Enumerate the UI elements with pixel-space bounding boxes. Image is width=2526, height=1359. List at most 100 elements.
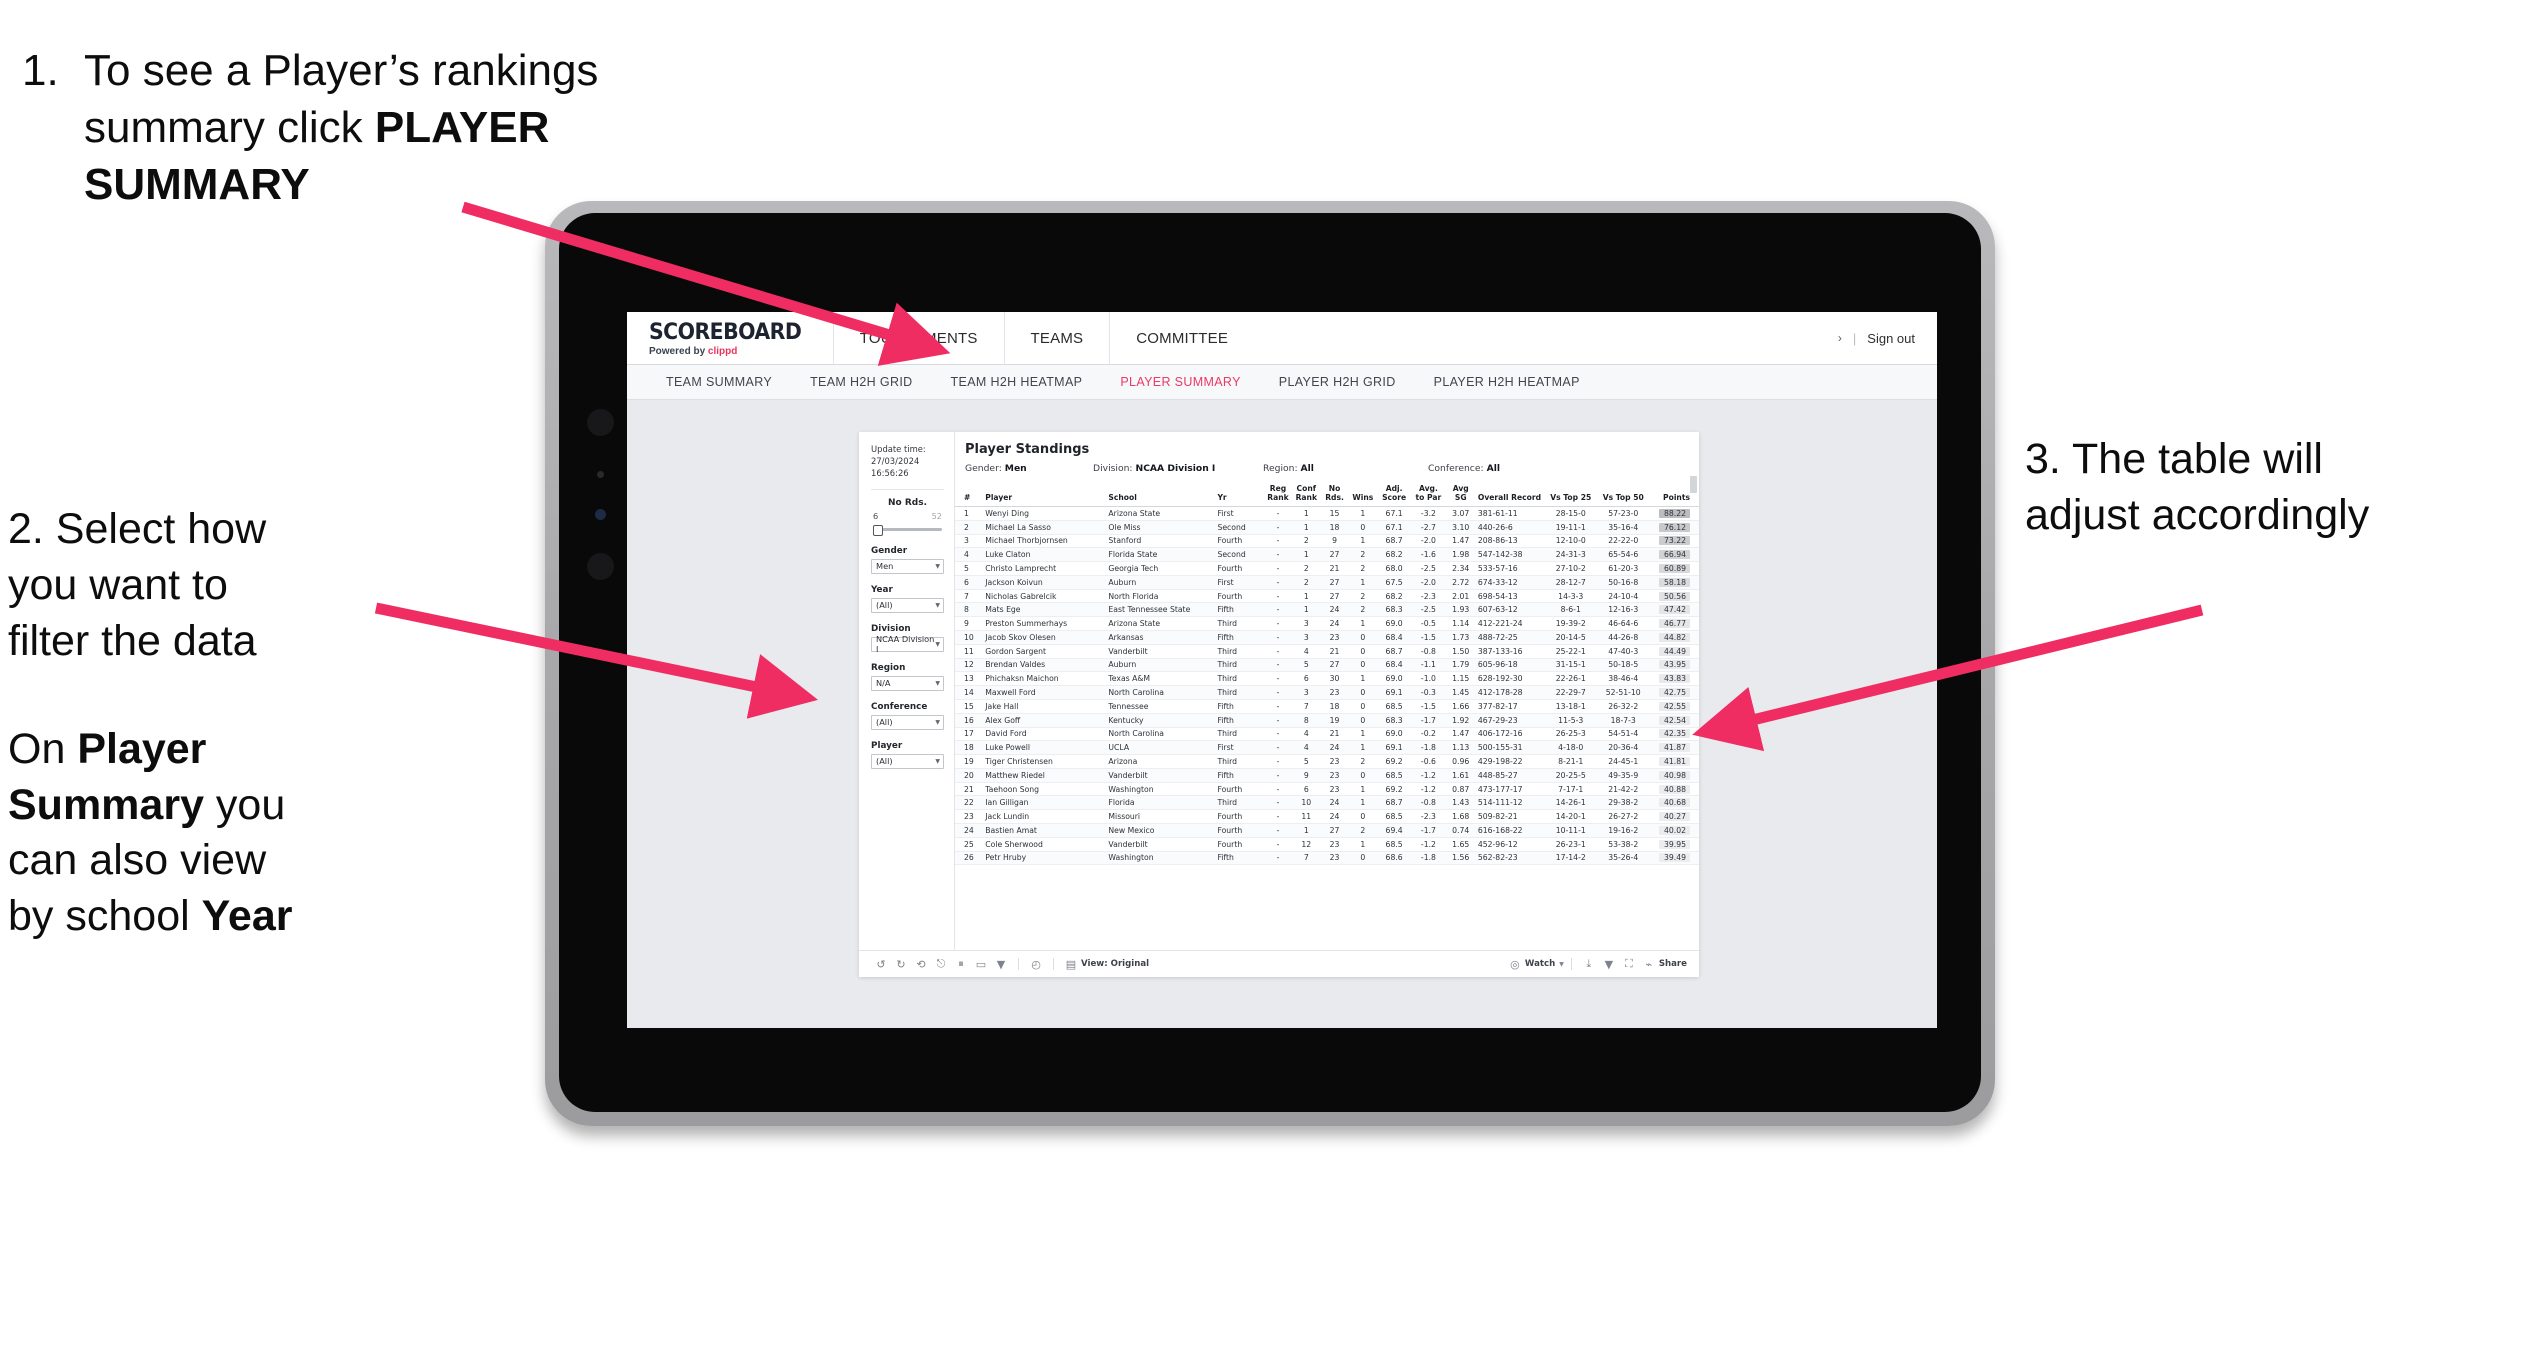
view-original-button[interactable]: View: Original xyxy=(1081,959,1149,969)
update-time-label: Update time: xyxy=(871,444,926,454)
tab-team-h2h-heatmap[interactable]: TEAM H2H HEATMAP xyxy=(932,375,1102,389)
watch-button[interactable]: Watch ▼ xyxy=(1525,959,1564,969)
table-row[interactable]: 4 Luke Claton Florida State Second -1 27 2 68.2… xyxy=(955,547,1699,563)
col-vs-top-25[interactable]: Vs Top 25 xyxy=(1544,483,1597,507)
tab-team-h2h-grid[interactable]: TEAM H2H GRID xyxy=(791,375,931,389)
col-overall-rec[interactable]: Overall Record xyxy=(1475,483,1545,507)
annotation-2-line1: 2. Select how xyxy=(8,505,267,553)
tab-player-h2h-grid[interactable]: PLAYER H2H GRID xyxy=(1260,375,1415,389)
table-row[interactable]: 6 Jackson Koivun Auburn First -2 27 1 67.5 -2.0 2… xyxy=(955,575,1699,590)
share-icon[interactable]: ⌁ xyxy=(1639,958,1659,971)
share-button[interactable]: Share xyxy=(1659,959,1687,969)
col-no-rds[interactable]: No Rds. xyxy=(1320,483,1349,507)
table-row[interactable]: 8 Mats Ege East Tennessee State Fifth -1 24 2 6… xyxy=(955,602,1699,618)
fullscreen-icon[interactable]: ⛶ xyxy=(1619,957,1639,971)
watch-eye-icon[interactable]: ◎ xyxy=(1505,958,1525,971)
refresh-icon[interactable]: ⎋ xyxy=(931,957,951,971)
filter-conference-select[interactable]: (All) ▼ xyxy=(871,714,944,730)
table-row[interactable]: 7 Nicholas Gabrelcik North Florida Fourth -1… xyxy=(955,589,1699,604)
cell-reg: - xyxy=(1263,795,1293,811)
col-school[interactable]: School xyxy=(1106,483,1216,507)
slider-handle[interactable] xyxy=(873,524,883,536)
col-year[interactable]: Yr xyxy=(1215,483,1264,507)
cell-sg: 1.15 xyxy=(1445,671,1476,687)
points-value: 42.75 xyxy=(1658,688,1690,698)
table-row[interactable]: 16 Alex Goff Kentucky Fifth -8 19 0 68.3 -1.7 1.9… xyxy=(955,713,1699,728)
table-row[interactable]: 25 Cole Sherwood Vanderbilt Fourth -12 23 1 68.… xyxy=(955,837,1699,852)
table-row[interactable]: 3 Michael Thorbjornsen Stanford Fourth -2 9 1 6… xyxy=(955,534,1699,549)
points-value: 46.77 xyxy=(1658,619,1690,629)
nav-committee[interactable]: COMMITTEE xyxy=(1109,312,1254,364)
nav-tournaments[interactable]: TOURNAMENTS xyxy=(832,312,1004,364)
table-row[interactable]: 17 David Ford North Carolina Third -4 21 1 69.0… xyxy=(955,727,1699,742)
cell-adj: 67.1 xyxy=(1376,520,1412,535)
undo-icon[interactable]: ↺ xyxy=(871,958,891,971)
chevron-down-icon[interactable]: ▼ xyxy=(991,958,1011,971)
sign-out-link[interactable]: Sign out xyxy=(1867,331,1915,346)
filter-year-select[interactable]: (All) ▼ xyxy=(871,597,944,613)
col-player[interactable]: Player xyxy=(983,483,1107,507)
col-conf-rank[interactable]: Conf Rank xyxy=(1292,483,1321,507)
pause-icon[interactable]: ⏸ xyxy=(951,957,971,971)
chevron-down-icon[interactable]: ▼ xyxy=(1599,958,1619,971)
table-row[interactable]: 15 Jake Hall Tennessee Fifth -7 18 0 68.5 -1.5 1.… xyxy=(955,699,1699,714)
col-adj-score[interactable]: Adj. Score xyxy=(1376,483,1412,507)
cell-t25: 19-39-2 xyxy=(1544,616,1597,632)
col-wins[interactable]: Wins xyxy=(1348,483,1377,507)
chevron-down-icon: ▼ xyxy=(935,718,940,726)
cell-t25: 13-18-1 xyxy=(1544,699,1597,714)
player-standings-table: # Player School Yr Reg Rank Conf Rank No… xyxy=(955,483,1699,866)
cell-n: 11 xyxy=(955,644,984,659)
table-row[interactable]: 20 Matthew Riedel Vanderbilt Fifth -9 23 0 68.5… xyxy=(955,768,1699,783)
cell-player: Christo Lamprecht xyxy=(983,561,1107,576)
cell-player: Taehoon Song xyxy=(983,782,1107,797)
table-row[interactable]: 12 Brendan Valdes Auburn Third -5 27 0 68.4 -1.1… xyxy=(955,658,1699,673)
col-avg-to-par[interactable]: Avg. to Par xyxy=(1411,483,1446,507)
col-reg-rank[interactable]: Reg Rank xyxy=(1263,483,1293,507)
tab-player-h2h-heatmap[interactable]: PLAYER H2H HEATMAP xyxy=(1415,375,1599,389)
table-row[interactable]: 2 Michael La Sasso Ole Miss Second -1 18 0 67.1… xyxy=(955,520,1699,535)
col-rank[interactable]: # xyxy=(955,483,984,507)
table-row[interactable]: 9 Preston Summerhays Arizona State Third -3 2… xyxy=(955,616,1699,632)
view-shape-icon[interactable]: ▭ xyxy=(971,958,991,971)
col-avg-sg[interactable]: Avg SG xyxy=(1445,483,1476,507)
cell-t25: 28-12-7 xyxy=(1544,575,1597,590)
table-row[interactable]: 1 Wenyi Ding Arizona State First -1 15 1 67.1 -3… xyxy=(955,506,1699,521)
table-row[interactable]: 24 Bastien Amat New Mexico Fourth -1 27 2 69.4-… xyxy=(955,823,1699,838)
table-row[interactable]: 26 Petr Hruby Washington Fifth -7 23 0 68.6 -1.8… xyxy=(955,851,1699,866)
cell-t25: 24-31-3 xyxy=(1544,547,1597,563)
no-rounds-slider[interactable] xyxy=(871,524,944,536)
tab-player-summary[interactable]: PLAYER SUMMARY xyxy=(1101,375,1259,389)
revert-icon[interactable]: ⟲ xyxy=(911,958,931,971)
cell-school: Washington xyxy=(1106,851,1216,866)
table-row[interactable]: 21 Taehoon Song Washington Fourth -6 23 1 69.2-… xyxy=(955,782,1699,797)
table-row[interactable]: 14 Maxwell Ford North Carolina Third -3 23 0 69… xyxy=(955,685,1699,700)
view-original-icon[interactable]: ▤ xyxy=(1061,958,1081,971)
cell-wins: 0 xyxy=(1348,768,1377,783)
download-icon[interactable]: ⤓ xyxy=(1579,957,1599,971)
filter-player-select[interactable]: (All) ▼ xyxy=(871,753,944,769)
redo-icon[interactable]: ↻ xyxy=(891,958,911,971)
nav-teams[interactable]: TEAMS xyxy=(1003,312,1110,364)
table-row[interactable]: 22 Ian Gilligan Florida Third -10 24 1 68.7 -0.8… xyxy=(955,795,1699,811)
filter-division-select[interactable]: NCAA Division I ▼ xyxy=(871,634,944,654)
account-chevron-icon[interactable]: › xyxy=(1838,331,1842,345)
cell-adj: 68.4 xyxy=(1376,630,1412,645)
tab-team-summary[interactable]: TEAM SUMMARY xyxy=(647,375,791,389)
filter-region-select[interactable]: N/A ▼ xyxy=(871,675,944,691)
table-row[interactable]: 13 Phichaksn Maichon Texas A&M Third -6 30 1 69… xyxy=(955,671,1699,687)
table-row[interactable]: 23 Jack Lundin Missouri Fourth -11 24 0 68.5 -2.… xyxy=(955,809,1699,824)
table-scrollbar[interactable] xyxy=(1690,476,1697,493)
table-row[interactable]: 19 Tiger Christensen Arizona Third -5 23 2 69.2… xyxy=(955,754,1699,769)
table-row[interactable]: 11 Gordon Sargent Vanderbilt Third -4 21 0 68.7… xyxy=(955,644,1699,659)
cell-par: -0.8 xyxy=(1411,795,1446,811)
table-row[interactable]: 18 Luke Powell UCLA First -4 24 1 69.1 -1.8 1.13 5… xyxy=(955,740,1699,756)
cell-t25: 14-3-3 xyxy=(1544,589,1597,604)
cell-conf: 3 xyxy=(1292,616,1321,632)
cell-n: 20 xyxy=(955,768,984,783)
filter-gender-select[interactable]: Men ▼ xyxy=(871,558,944,574)
table-row[interactable]: 10 Jacob Skov Olesen Arkansas Fifth -3 23 0 68.… xyxy=(955,630,1699,645)
table-row[interactable]: 5 Christo Lamprecht Georgia Tech Fourth -2 21… xyxy=(955,561,1699,576)
clock-icon[interactable]: ◴ xyxy=(1026,958,1046,971)
col-vs-top-50[interactable]: Vs Top 50 xyxy=(1596,483,1650,507)
